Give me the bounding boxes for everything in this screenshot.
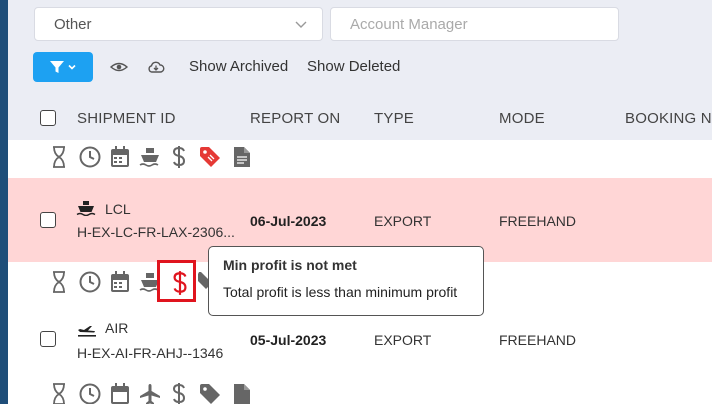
cloud-download-icon[interactable]	[146, 57, 166, 77]
chevron-down-icon	[68, 64, 76, 70]
report-on-value: 06-Jul-2023	[250, 213, 327, 229]
status-icon-strip	[48, 145, 268, 171]
ship-icon	[76, 201, 96, 216]
ship-icon[interactable]	[138, 145, 162, 169]
column-header-report-on[interactable]: REPORT ON	[250, 110, 340, 127]
tooltip-title: Min profit is not met	[223, 257, 357, 273]
dollar-icon[interactable]	[171, 382, 187, 404]
mode-label: AIR	[105, 320, 129, 336]
mode-value: FREEHAND	[499, 213, 577, 229]
mode-value: FREEHAND	[499, 332, 577, 348]
status-icon-strip	[48, 382, 268, 404]
calendar-icon[interactable]	[109, 382, 131, 404]
row-checkbox[interactable]	[40, 331, 56, 347]
min-profit-highlight	[157, 260, 196, 302]
hourglass-icon[interactable]	[48, 382, 70, 404]
calendar-icon[interactable]	[109, 270, 131, 294]
eye-icon[interactable]	[109, 57, 129, 77]
report-on-value: 05-Jul-2023	[250, 332, 327, 348]
clock-icon[interactable]	[78, 270, 102, 294]
min-profit-tooltip: Min profit is not met Total profit is le…	[208, 246, 484, 316]
chevron-down-icon	[295, 21, 307, 28]
type-value: EXPORT	[374, 213, 432, 229]
document-icon[interactable]	[232, 145, 252, 169]
hourglass-icon[interactable]	[48, 270, 70, 294]
other-select[interactable]: Other	[34, 7, 323, 41]
tag-icon[interactable]	[198, 382, 222, 404]
left-panel-edge	[0, 0, 8, 404]
column-header-booking-no[interactable]: BOOKING NO	[625, 110, 712, 127]
type-value: EXPORT	[374, 332, 432, 348]
clock-icon[interactable]	[78, 382, 102, 404]
plane-icon[interactable]	[138, 382, 162, 404]
calendar-icon[interactable]	[109, 145, 131, 169]
tag-icon[interactable]	[198, 270, 208, 294]
other-select-value: Other	[54, 15, 92, 33]
plane-icon	[78, 326, 96, 337]
mode-label: LCL	[105, 201, 131, 217]
filter-button[interactable]	[33, 52, 93, 82]
show-archived-button[interactable]: Show Archived	[189, 58, 288, 75]
column-header-type[interactable]: TYPE	[374, 110, 414, 127]
column-header-mode[interactable]: MODE	[499, 110, 545, 127]
tooltip-body: Total profit is less than minimum profit	[223, 284, 458, 300]
document-icon[interactable]	[232, 382, 252, 404]
dollar-icon[interactable]	[171, 145, 187, 169]
account-manager-placeholder: Account Manager	[350, 15, 468, 33]
tag-icon[interactable]	[198, 145, 222, 169]
select-all-checkbox[interactable]	[40, 110, 56, 126]
clock-icon[interactable]	[78, 145, 102, 169]
column-header-shipment-id[interactable]: SHIPMENT ID	[77, 110, 176, 127]
shipment-id-link[interactable]: H-EX-LC-FR-LAX-2306...	[77, 224, 235, 240]
account-manager-input[interactable]: Account Manager	[330, 7, 619, 41]
hourglass-icon[interactable]	[48, 145, 70, 169]
filter-icon	[50, 61, 64, 73]
shipment-id-link[interactable]: H-EX-AI-FR-AHJ--1346	[77, 345, 223, 361]
show-deleted-button[interactable]: Show Deleted	[307, 58, 400, 75]
row-checkbox[interactable]	[40, 212, 56, 228]
